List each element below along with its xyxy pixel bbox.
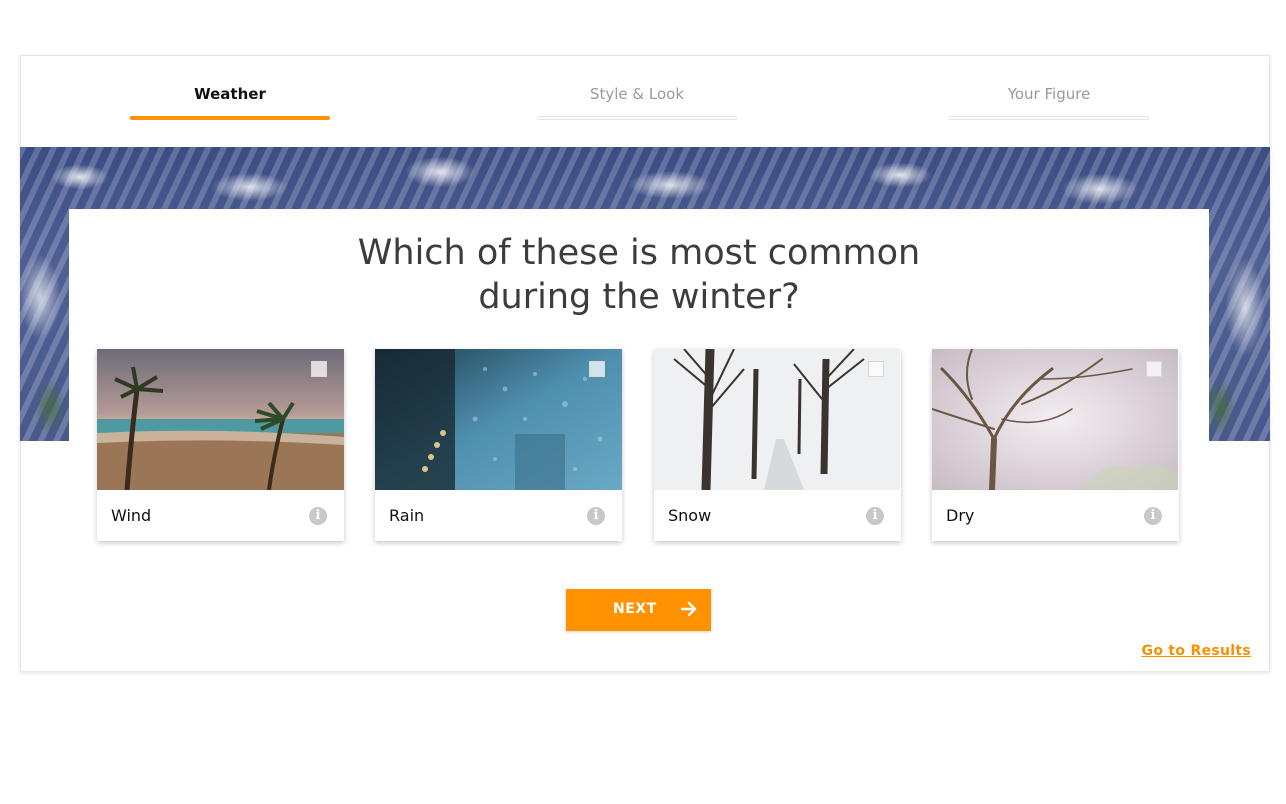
- tab-figure-label: Your Figure: [1007, 85, 1091, 103]
- step-tabs: Weather Style & Look Your Figure: [21, 56, 1269, 148]
- tab-style-label: Style & Look: [589, 85, 685, 103]
- tab-style-and-look[interactable]: Style & Look: [537, 84, 737, 120]
- arrow-right-icon: [681, 601, 697, 617]
- wind-checkbox[interactable]: [311, 361, 327, 377]
- info-icon[interactable]: i: [1144, 507, 1162, 525]
- snow-image: [654, 349, 901, 490]
- next-button-label: NEXT: [613, 601, 657, 617]
- option-label-dry: Dry: [946, 506, 975, 525]
- option-card-rain[interactable]: Rain i: [375, 349, 622, 541]
- option-card-wind[interactable]: Wind i: [97, 349, 344, 541]
- info-icon[interactable]: i: [309, 507, 327, 525]
- dry-image: [932, 349, 1179, 490]
- snow-checkbox[interactable]: [868, 361, 884, 377]
- info-icon[interactable]: i: [587, 507, 605, 525]
- go-to-results-link[interactable]: Go to Results: [1142, 643, 1251, 659]
- wind-image: [97, 349, 344, 490]
- info-icon[interactable]: i: [866, 507, 884, 525]
- option-card-snow[interactable]: Snow i: [654, 349, 901, 541]
- option-card-dry[interactable]: Dry i: [932, 349, 1179, 541]
- rain-image: [375, 349, 622, 490]
- tab-style-progress-bar: [537, 116, 737, 120]
- question-title: Which of these is most common during the…: [69, 231, 1209, 319]
- next-button[interactable]: NEXT: [566, 589, 711, 631]
- option-label-snow: Snow: [668, 506, 712, 525]
- tab-weather-label: Weather: [194, 85, 266, 103]
- tab-weather-progress-bar: [130, 116, 330, 120]
- dry-checkbox[interactable]: [1146, 361, 1162, 377]
- option-label-rain: Rain: [389, 506, 425, 525]
- rain-checkbox[interactable]: [589, 361, 605, 377]
- option-label-wind: Wind: [111, 506, 152, 525]
- tab-weather[interactable]: Weather: [130, 84, 330, 120]
- tab-figure-progress-bar: [949, 116, 1149, 120]
- question-panel: Which of these is most common during the…: [69, 209, 1209, 569]
- question-line-2: during the winter?: [478, 277, 800, 317]
- tab-your-figure[interactable]: Your Figure: [949, 84, 1149, 120]
- question-line-1: Which of these is most common: [357, 233, 921, 273]
- quiz-card: Weather Style & Look Your Figure Which o…: [20, 55, 1270, 672]
